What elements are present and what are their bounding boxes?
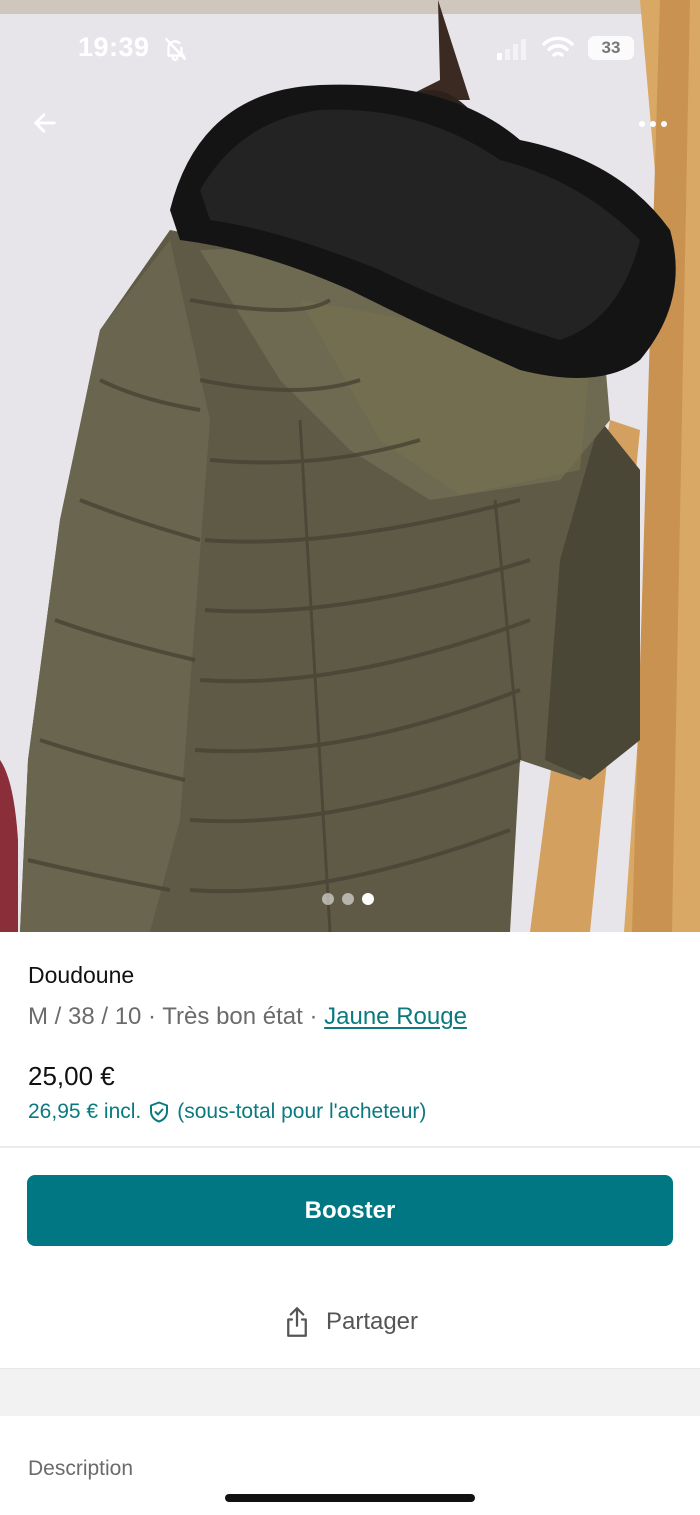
gallery-pagination <box>322 893 374 905</box>
share-button[interactable]: Partager <box>0 1300 700 1344</box>
battery-indicator: 33 <box>588 36 634 60</box>
home-indicator[interactable] <box>225 1494 475 1502</box>
pagination-dot <box>342 893 354 905</box>
status-bar: 19:39 33 <box>0 0 700 100</box>
description-heading: Description <box>28 1457 134 1480</box>
jacket-image <box>0 0 700 932</box>
more-dot-icon <box>661 121 667 127</box>
more-dot-icon <box>639 121 645 127</box>
cellular-signal-icon <box>496 38 532 65</box>
buyer-price-note: (sous-total pour l'acheteur) <box>177 1100 427 1123</box>
listing-info: Doudoune M / 38 / 10 · Très bon état · J… <box>28 962 678 1124</box>
listing-meta: M / 38 / 10 · Très bon état · Jaune Roug… <box>28 1003 678 1031</box>
buyer-price[interactable]: 26,95 € incl. (sous-total pour l'acheteu… <box>28 1100 678 1124</box>
more-dot-icon <box>650 121 656 127</box>
listing-title: Doudoune <box>28 962 135 988</box>
product-photo[interactable]: 19:39 33 <box>0 0 700 932</box>
share-label: Partager <box>325 1308 419 1335</box>
arrow-left-icon <box>34 113 56 133</box>
bell-muted-icon <box>162 36 188 67</box>
pagination-dot <box>322 893 334 905</box>
buyer-price-value: 26,95 € incl. <box>28 1100 142 1123</box>
section-separator <box>0 1368 700 1416</box>
pagination-dot-active <box>362 893 374 905</box>
booster-button[interactable]: Booster <box>27 1175 673 1246</box>
more-options-button[interactable] <box>628 106 678 142</box>
status-time: 19:39 <box>78 32 150 62</box>
divider <box>0 1146 700 1148</box>
wifi-icon <box>542 36 574 65</box>
brand-link[interactable]: Jaune Rouge <box>324 1003 467 1030</box>
listing-price: 25,00 € <box>28 1061 115 1091</box>
size-condition: M / 38 / 10 · Très bon état · <box>28 1003 325 1030</box>
back-button[interactable] <box>22 100 68 146</box>
share-icon <box>287 1307 307 1337</box>
shield-check-icon <box>150 1101 169 1123</box>
